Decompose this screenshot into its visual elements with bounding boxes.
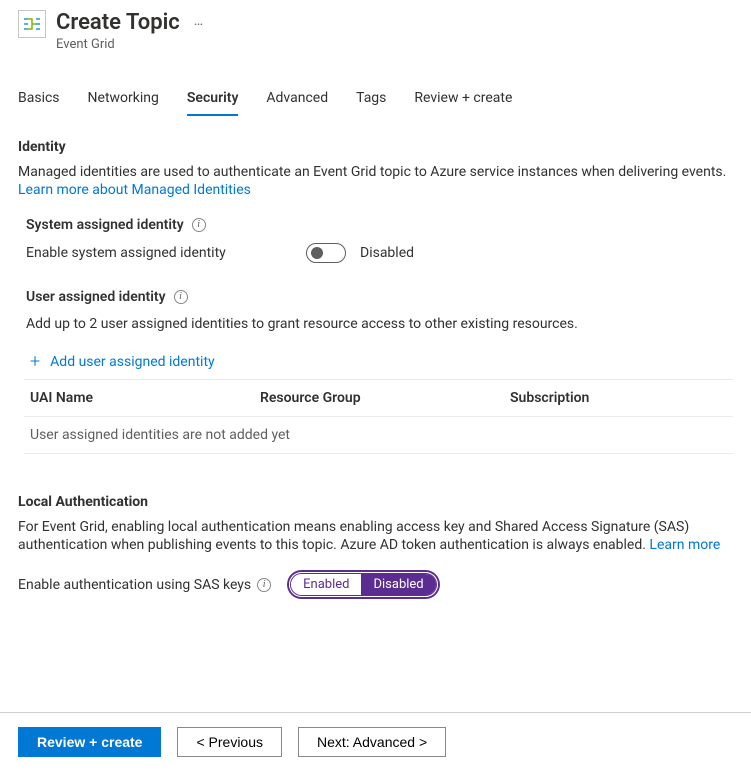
local-auth-heading: Local Authentication <box>18 494 733 510</box>
sas-keys-label: Enable authentication using SAS keys <box>18 577 257 593</box>
more-icon[interactable]: … <box>194 13 205 33</box>
user-identity-description: Add up to 2 user assigned identities to … <box>18 315 733 333</box>
local-auth-description: For Event Grid, enabling local authentic… <box>18 518 733 554</box>
tab-basics[interactable]: Basics <box>18 80 60 116</box>
page-header: Create Topic … Event Grid <box>18 10 733 52</box>
identity-heading: Identity <box>18 139 733 155</box>
system-identity-heading: System assigned identity i <box>26 217 733 233</box>
plus-icon: + <box>30 353 40 371</box>
review-create-button[interactable]: Review + create <box>18 727 161 757</box>
learn-more-local-auth-link[interactable]: Learn more <box>649 537 720 553</box>
tab-review[interactable]: Review + create <box>414 80 512 116</box>
tabs: Basics Networking Security Advanced Tags… <box>18 80 733 117</box>
identity-description: Managed identities are used to authentic… <box>18 163 733 199</box>
learn-more-identity-link[interactable]: Learn more about Managed Identities <box>18 182 251 198</box>
tab-tags[interactable]: Tags <box>356 80 386 116</box>
previous-button[interactable]: < Previous <box>177 727 282 757</box>
tab-advanced[interactable]: Advanced <box>266 80 328 116</box>
service-name: Event Grid <box>56 37 205 52</box>
system-identity-toggle-label: Enable system assigned identity <box>26 245 306 261</box>
col-uai-name: UAI Name <box>30 390 260 406</box>
page-title: Create Topic <box>56 10 180 35</box>
col-resource-group: Resource Group <box>260 390 510 406</box>
info-icon[interactable]: i <box>257 578 271 592</box>
sas-keys-row: Enable authentication using SAS keys i E… <box>18 572 733 597</box>
info-icon[interactable]: i <box>192 218 206 232</box>
sas-disabled-option[interactable]: Disabled <box>361 574 435 595</box>
sas-enabled-option[interactable]: Enabled <box>291 574 361 595</box>
user-identity-table: UAI Name Resource Group Subscription Use… <box>24 380 733 454</box>
system-identity-toggle[interactable] <box>306 243 346 263</box>
next-button[interactable]: Next: Advanced > <box>298 727 446 757</box>
add-user-identity-button[interactable]: + Add user assigned identity <box>24 345 733 380</box>
tab-networking[interactable]: Networking <box>88 80 159 116</box>
col-subscription: Subscription <box>510 390 727 406</box>
user-identity-heading: User assigned identity i <box>26 289 733 305</box>
system-identity-toggle-state: Disabled <box>360 245 414 261</box>
table-header: UAI Name Resource Group Subscription <box>24 380 733 417</box>
table-empty-row: User assigned identities are not added y… <box>24 417 733 454</box>
sas-keys-segmented: Enabled Disabled <box>289 572 438 597</box>
event-grid-icon <box>18 10 46 38</box>
info-icon[interactable]: i <box>174 290 188 304</box>
system-identity-row: Enable system assigned identity Disabled <box>18 243 733 263</box>
create-topic-page: Create Topic … Event Grid Basics Network… <box>0 0 751 771</box>
footer: Review + create < Previous Next: Advance… <box>0 712 751 771</box>
tab-security[interactable]: Security <box>187 80 239 116</box>
